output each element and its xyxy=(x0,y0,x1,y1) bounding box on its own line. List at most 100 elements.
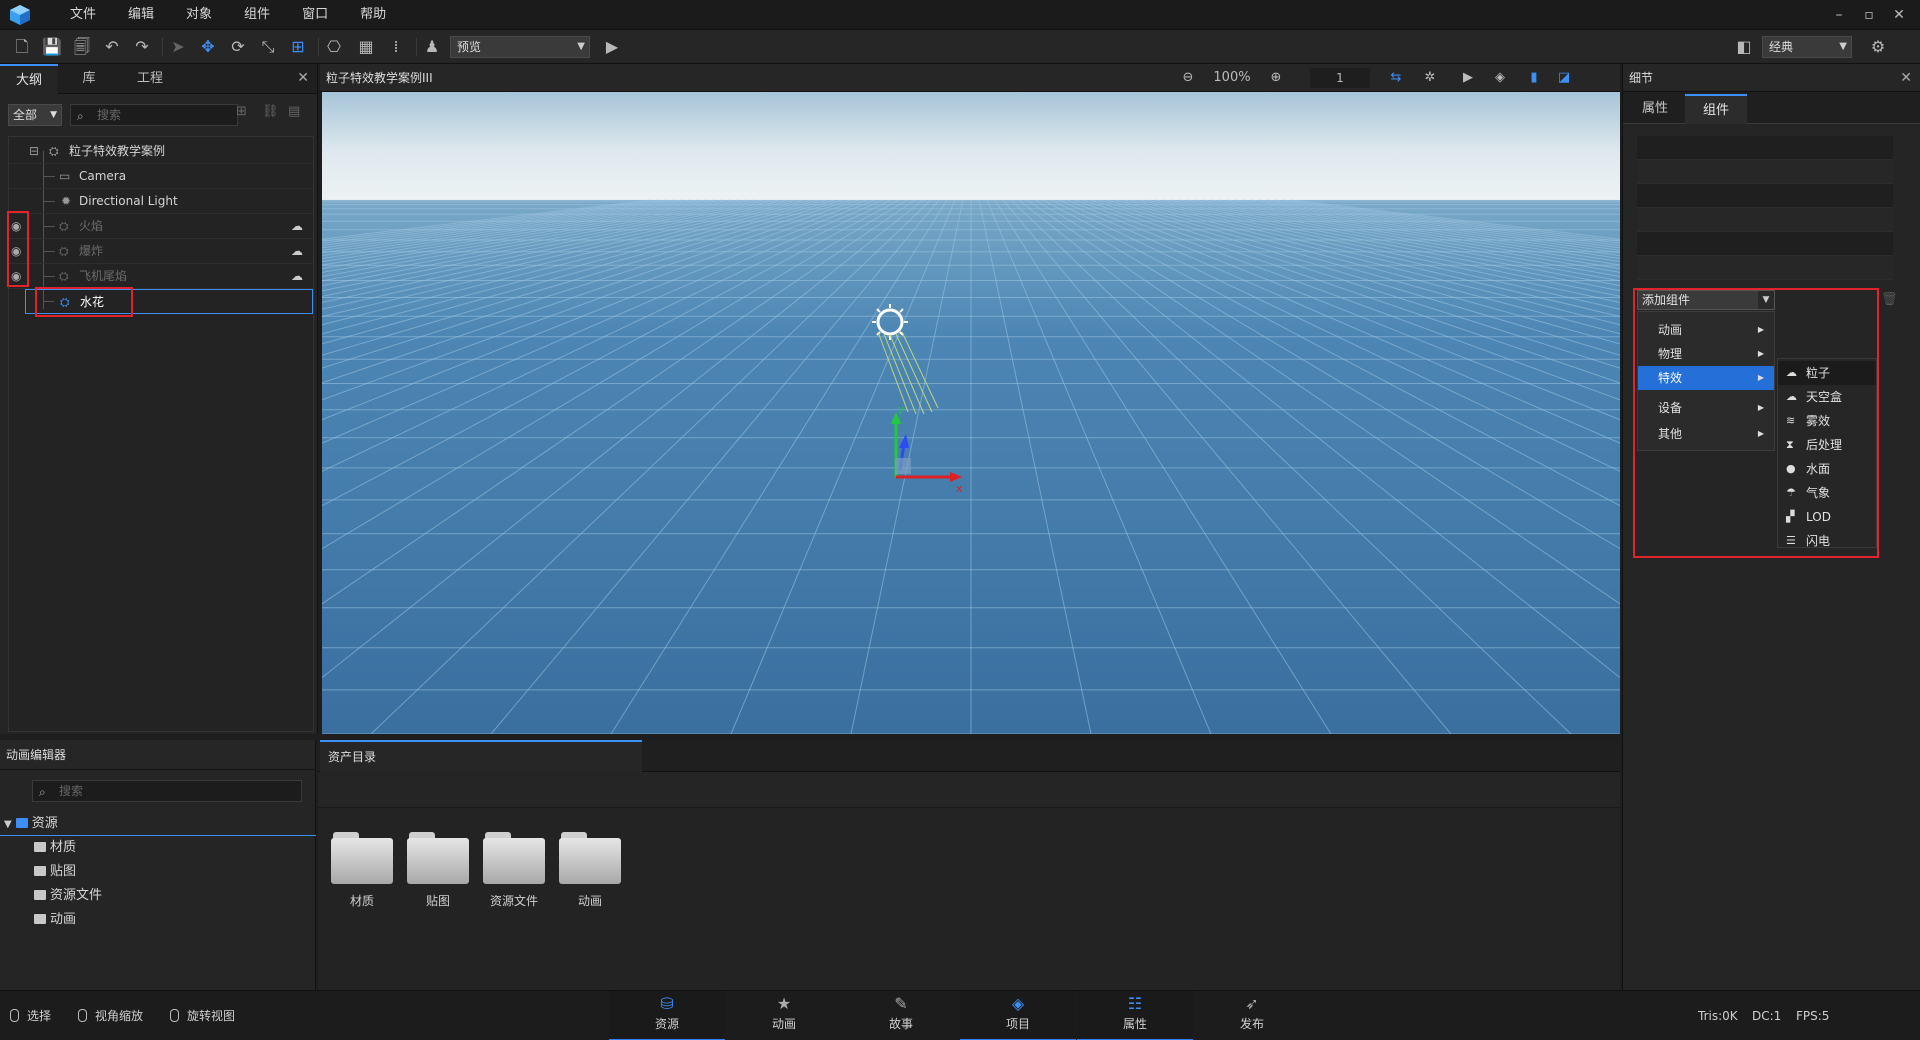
play-icon[interactable]: ▶ xyxy=(600,35,624,59)
asset-folder-material[interactable]: 材质 xyxy=(330,830,394,909)
save-all-icon[interactable]: 🗐 xyxy=(70,35,94,59)
anim-search-input[interactable]: ⌕ 搜索 xyxy=(32,780,302,802)
tree-item-resource-files[interactable]: 资源文件 xyxy=(34,884,102,908)
undo-icon[interactable]: ↶ xyxy=(100,35,124,59)
folder-icon xyxy=(34,866,46,876)
star-icon: ★ xyxy=(776,994,792,1013)
camera-view-icon[interactable]: ▶ xyxy=(1456,66,1480,90)
outline-search-input[interactable]: ⌕ 搜索 xyxy=(70,104,238,126)
tab-components[interactable]: 组件 xyxy=(1685,94,1747,124)
trash-icon[interactable]: 🗑 xyxy=(1881,292,1898,307)
axis-y-label: y xyxy=(898,404,904,415)
gizmo-icon[interactable]: ⇆ xyxy=(1384,66,1408,90)
minimize-button[interactable]: – xyxy=(1824,0,1854,30)
list-icon[interactable]: ▤ xyxy=(288,104,300,119)
scale-tool-icon[interactable]: ⤡ xyxy=(256,35,280,59)
asset-folder-resource-files[interactable]: 资源文件 xyxy=(482,830,546,909)
grid-icon[interactable]: ▦ xyxy=(354,35,378,59)
menu-help[interactable]: 帮助 xyxy=(344,0,402,30)
new-file-icon[interactable]: 🗋 xyxy=(10,35,34,59)
debug-icon[interactable]: ✲ xyxy=(1418,66,1442,90)
viewport-header: 粒子特效教学案例III ⊖ 100% ⊕ 1 ⇆ ✲ ▶ ◈ ▮ ◪ xyxy=(320,64,1620,92)
tree-item-label: 粒子特效教学案例 xyxy=(69,144,166,158)
zoom-in-icon[interactable]: ⊕ xyxy=(1264,66,1288,90)
character-icon[interactable]: ♟ xyxy=(420,35,444,59)
scene-title: 粒子特效教学案例III xyxy=(326,71,433,85)
folder-icon xyxy=(34,914,46,924)
menu-highlight-box xyxy=(1633,288,1879,558)
tree-item-fire[interactable]: ◉ ⛭ 火焰 ☁ xyxy=(9,214,313,239)
menu-component[interactable]: 组件 xyxy=(228,0,286,30)
close-icon[interactable]: ✕ xyxy=(297,70,309,86)
menu-file[interactable]: 文件 xyxy=(54,0,112,30)
draw-call-count: DC:1 xyxy=(1752,1009,1782,1023)
particle-emitter-icon: ☁ xyxy=(291,244,303,258)
cube-view-icon[interactable]: ◈ xyxy=(1488,66,1512,90)
tree-item-texture[interactable]: 贴图 xyxy=(34,860,76,884)
close-button[interactable]: ✕ xyxy=(1884,0,1914,30)
toolbar: 🗋 💾 🗐 ↶ ↷ ➤ ✥ ⟳ ⤡ ⊞ ⎔ ▦ ⁞ ♟ 预览 ▼ ▶ ◧ 经典 ▼ … xyxy=(0,30,1920,64)
sliders-icon: ☷ xyxy=(1127,994,1143,1013)
expand-icon[interactable]: ⊞ xyxy=(236,104,247,119)
zoom-out-icon[interactable]: ⊖ xyxy=(1176,66,1200,90)
redo-icon[interactable]: ↷ xyxy=(130,35,154,59)
bottom-tab-project[interactable]: ◈ 项目 xyxy=(960,991,1076,1040)
menu-edit[interactable]: 编辑 xyxy=(112,0,170,30)
tris-count: Tris:0K xyxy=(1698,1009,1738,1023)
local-world-icon[interactable]: ⎔ xyxy=(322,35,346,59)
outline-tree: ⊟ ⛭ 粒子特效教学案例 ▭ Camera ✹ Directional Ligh… xyxy=(7,136,314,732)
details-panel: 细节 ✕ 属性 组件 添加组件 ▼ 🗑 动画 ▶ 物理 ▶ 特效 ▶ 设备 ▶ 其他 ▶ … xyxy=(1622,64,1920,990)
cube-icon: ◈ xyxy=(1011,994,1025,1013)
tab-project[interactable]: 工程 xyxy=(120,64,180,94)
settings-icon[interactable]: ⚙ xyxy=(1866,35,1890,59)
scene-viewport[interactable]: y x xyxy=(322,92,1620,734)
move-tool-icon[interactable]: ✥ xyxy=(196,35,220,59)
bottom-tab-story[interactable]: ✎ 故事 xyxy=(843,991,959,1040)
bottom-tab-properties[interactable]: ☷ 属性 xyxy=(1077,991,1193,1040)
save-icon[interactable]: 💾 xyxy=(40,35,64,59)
tab-library[interactable]: 库 xyxy=(60,64,118,94)
speed-input[interactable]: 1 xyxy=(1310,68,1370,88)
tab-properties[interactable]: 属性 xyxy=(1627,94,1683,124)
tree-item-assets-root[interactable]: ▼ 资源 xyxy=(4,812,58,836)
tab-outline[interactable]: 大纲 xyxy=(0,64,58,94)
particle-emitter-icon: ☁ xyxy=(291,269,303,283)
tree-item-explosion[interactable]: ◉ ⛭ 爆炸 ☁ xyxy=(9,239,313,264)
tree-item-root[interactable]: ⊟ ⛭ 粒子特效教学案例 xyxy=(9,139,313,164)
tree-item-jet-flame[interactable]: ◉ ⛭ 飞机尾焰 ☁ xyxy=(9,264,313,289)
chevron-down-icon: ▼ xyxy=(1839,41,1847,52)
stats-icon[interactable]: ◪ xyxy=(1552,66,1576,90)
layout-select[interactable]: 经典 ▼ xyxy=(1762,36,1852,58)
restore-button[interactable]: ▫ xyxy=(1854,0,1884,30)
bottom-tab-assets[interactable]: ⛁ 资源 xyxy=(609,991,725,1040)
tree-item-label: 火焰 xyxy=(79,219,104,233)
link-icon[interactable]: ⛓ xyxy=(262,104,279,119)
asset-folder-animation[interactable]: 动画 xyxy=(558,830,622,909)
tree-item-camera[interactable]: ▭ Camera xyxy=(9,164,313,189)
scene-canvas[interactable]: y x xyxy=(322,92,1620,734)
asset-folder-texture[interactable]: 贴图 xyxy=(406,830,470,909)
hint-zoom: 视角缩放 xyxy=(78,991,143,1040)
snap-tool-icon[interactable]: ⊞ xyxy=(286,35,310,59)
status-bar: 选择 视角缩放 旋转视图 ⛁ 资源 ★ 动画 ✎ 故事 ◈ 项目 ☷ 属性 ➶ 发布 Tri… xyxy=(0,990,1920,1040)
mode-select[interactable]: 预览 ▼ xyxy=(450,36,590,58)
tab-asset-directory[interactable]: 资产目录 xyxy=(320,740,642,772)
hint-rotate: 旋转视图 xyxy=(170,991,235,1040)
tree-item-directional-light[interactable]: ✹ Directional Light xyxy=(9,189,313,214)
rotate-tool-icon[interactable]: ⟳ xyxy=(226,35,250,59)
tree-item-material[interactable]: 材质 xyxy=(34,836,76,860)
grid-dots-icon[interactable]: ⁞ xyxy=(384,35,408,59)
bottom-tab-animation[interactable]: ★ 动画 xyxy=(726,991,842,1040)
filter-select[interactable]: 全部 ▼ xyxy=(8,104,62,126)
layer-icon[interactable]: ▮ xyxy=(1522,66,1546,90)
tree-item-animation[interactable]: 动画 xyxy=(34,908,76,932)
collapse-icon[interactable]: ⊟ xyxy=(29,139,39,164)
search-icon: ⌕ xyxy=(77,109,84,123)
menu-object[interactable]: 对象 xyxy=(170,0,228,30)
close-icon[interactable]: ✕ xyxy=(1900,64,1912,92)
select-tool-icon[interactable]: ➤ xyxy=(166,35,190,59)
mouse-left-icon xyxy=(10,1009,19,1022)
bottom-tab-publish[interactable]: ➶ 发布 xyxy=(1194,991,1310,1040)
menu-window[interactable]: 窗口 xyxy=(286,0,344,30)
layout-icon[interactable]: ◧ xyxy=(1732,35,1756,59)
